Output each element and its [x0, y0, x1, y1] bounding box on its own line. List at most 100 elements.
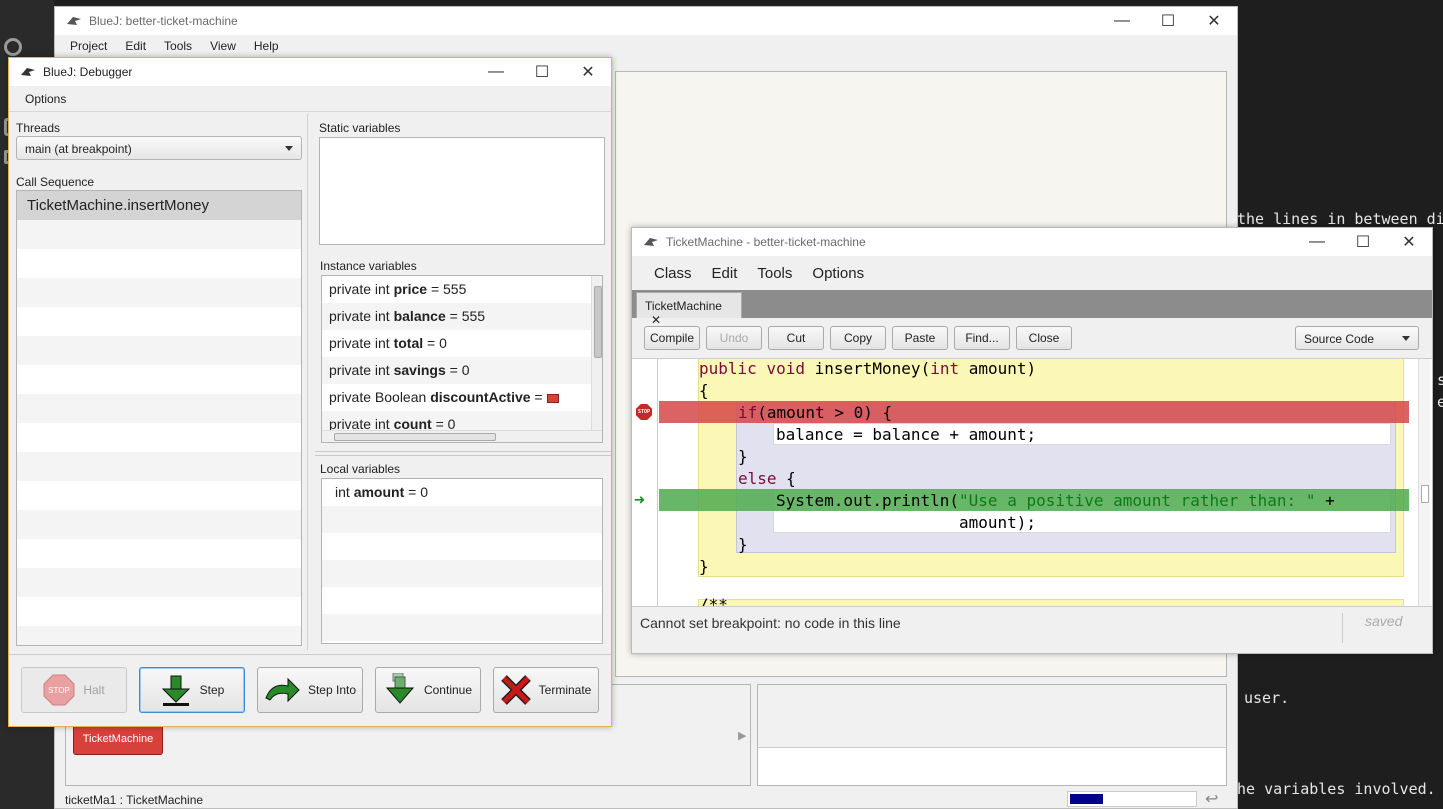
- bench-scroll-right-icon[interactable]: ▶: [738, 729, 746, 742]
- menu-tools[interactable]: Tools: [155, 39, 201, 53]
- compile-button[interactable]: Compile: [644, 326, 700, 350]
- maximize-button[interactable]: ☐: [1340, 228, 1386, 256]
- menu-edit[interactable]: Edit: [116, 39, 155, 53]
- terminate-button[interactable]: Terminate: [493, 667, 599, 713]
- code-line: }: [738, 535, 748, 554]
- method-scope-background: [698, 599, 1404, 606]
- object-ticketmachine[interactable]: TicketMachine: [73, 725, 163, 755]
- code-line: if(amount > 0) {: [738, 403, 893, 422]
- list-item: [322, 560, 602, 587]
- background-text-line: he variables involved.: [1237, 780, 1436, 798]
- maximize-button[interactable]: ☐: [1145, 7, 1191, 35]
- cut-button[interactable]: Cut: [768, 326, 824, 350]
- background-search-icon: [4, 38, 22, 56]
- call-sequence-item[interactable]: TicketMachine.insertMoney: [17, 191, 301, 220]
- instance-variable-row[interactable]: private Boolean discountActive =: [322, 384, 602, 411]
- execution-arrow-icon: ➜: [634, 490, 645, 511]
- vertical-scrollbar[interactable]: [591, 276, 602, 432]
- step-arrow-icon: [161, 675, 190, 706]
- terminate-label: Terminate: [538, 683, 592, 697]
- threads-select[interactable]: main (at breakpoint): [16, 136, 302, 160]
- list-item: [17, 597, 301, 626]
- chevron-down-icon: [1402, 336, 1410, 341]
- menu-help[interactable]: Help: [245, 39, 288, 53]
- debugger-title: BlueJ: Debugger: [43, 65, 133, 79]
- instance-variable-row[interactable]: private int price = 555: [322, 276, 602, 303]
- static-variables-list[interactable]: [319, 137, 605, 245]
- call-sequence-list[interactable]: TicketMachine.insertMoney: [16, 190, 302, 646]
- local-variables-label: Local variables: [320, 462, 401, 476]
- reset-vm-icon[interactable]: ↩: [1205, 789, 1218, 809]
- copy-button[interactable]: Copy: [830, 326, 886, 350]
- breakpoint-gutter[interactable]: [632, 359, 658, 606]
- scrollbar-thumb[interactable]: [594, 286, 602, 358]
- menu-tools[interactable]: Tools: [747, 265, 802, 282]
- threads-label: Threads: [16, 121, 61, 135]
- step-button[interactable]: Step: [139, 667, 245, 713]
- editor-status-bar: Cannot set breakpoint: no code in this l…: [632, 606, 1432, 653]
- main-menubar: Project Edit Tools View Help: [55, 35, 1237, 57]
- minimize-button[interactable]: —: [1294, 228, 1340, 256]
- list-item: [17, 278, 301, 307]
- split-divider[interactable]: [307, 114, 313, 650]
- split-divider[interactable]: [315, 451, 611, 456]
- step-into-label: Step Into: [307, 683, 357, 697]
- bluej-bird-icon: [67, 17, 81, 25]
- close-button[interactable]: ✕: [1191, 7, 1237, 35]
- saved-indicator: saved: [1342, 613, 1430, 643]
- maximize-button[interactable]: ☐: [519, 58, 565, 86]
- menu-options[interactable]: Options: [802, 265, 874, 282]
- list-item: [322, 506, 602, 533]
- menu-view[interactable]: View: [201, 39, 245, 53]
- list-item: [17, 539, 301, 568]
- codepad-input[interactable]: [758, 747, 1226, 785]
- editor-tab-strip: TicketMachine ✕: [632, 290, 1432, 327]
- menu-options[interactable]: Options: [25, 92, 66, 106]
- local-variable-row[interactable]: int amount = 0: [322, 479, 602, 506]
- horizontal-scrollbar[interactable]: [322, 430, 602, 442]
- minimize-button[interactable]: —: [473, 58, 519, 86]
- background-text-line: the lines in between di: [1237, 210, 1443, 228]
- list-item: [17, 510, 301, 539]
- background-text-line: e: [1437, 393, 1443, 411]
- view-mode-select[interactable]: Source Code: [1295, 326, 1419, 350]
- list-item: [17, 452, 301, 481]
- halt-button[interactable]: STOP Halt: [21, 667, 127, 713]
- breakpoint-stop-icon[interactable]: STOP: [636, 404, 652, 420]
- continue-arrow-icon: [385, 673, 415, 704]
- local-variables-list[interactable]: int amount = 0: [321, 478, 603, 644]
- instance-variable-row[interactable]: private int total = 0: [322, 330, 602, 357]
- list-item: [17, 336, 301, 365]
- chevron-down-icon: [285, 146, 293, 151]
- minimize-button[interactable]: —: [1099, 7, 1145, 35]
- code-editor[interactable]: STOP ➜ public void insertMoney(int amoun…: [632, 358, 1432, 606]
- instance-variables-list[interactable]: private int price = 555 private int bala…: [321, 275, 603, 443]
- menu-class[interactable]: Class: [644, 265, 702, 282]
- main-title: BlueJ: better-ticket-machine: [89, 14, 238, 28]
- view-mode-value: Source Code: [1304, 332, 1375, 346]
- tab-label: TicketMachine: [645, 299, 722, 313]
- close-button[interactable]: ✕: [565, 58, 611, 86]
- vertical-scrollbar[interactable]: [1418, 359, 1430, 606]
- code-line: /**: [699, 595, 728, 606]
- menu-project[interactable]: Project: [61, 39, 116, 53]
- scrollbar-thumb[interactable]: [334, 433, 496, 441]
- list-item: [17, 394, 301, 423]
- step-into-button[interactable]: Step Into: [257, 667, 363, 713]
- code-line: balance = balance + amount;: [776, 425, 1037, 444]
- continue-button[interactable]: Continue: [375, 667, 481, 713]
- tab-ticketmachine[interactable]: TicketMachine ✕: [636, 292, 742, 327]
- scrollbar-thumb[interactable]: [1421, 485, 1429, 503]
- paste-button[interactable]: Paste: [892, 326, 948, 350]
- menu-edit[interactable]: Edit: [702, 265, 748, 282]
- stop-sign-icon: STOP: [43, 674, 75, 706]
- instance-variable-row[interactable]: private int balance = 555: [322, 303, 602, 330]
- undo-button[interactable]: Undo: [706, 326, 762, 350]
- instance-variable-row[interactable]: private int savings = 0: [322, 357, 602, 384]
- halt-label: Halt: [83, 683, 105, 697]
- find-button[interactable]: Find...: [954, 326, 1010, 350]
- list-item: [17, 481, 301, 510]
- close-editor-button[interactable]: Close: [1016, 326, 1072, 350]
- object-reference-icon[interactable]: [546, 393, 559, 403]
- close-button[interactable]: ✕: [1386, 228, 1432, 256]
